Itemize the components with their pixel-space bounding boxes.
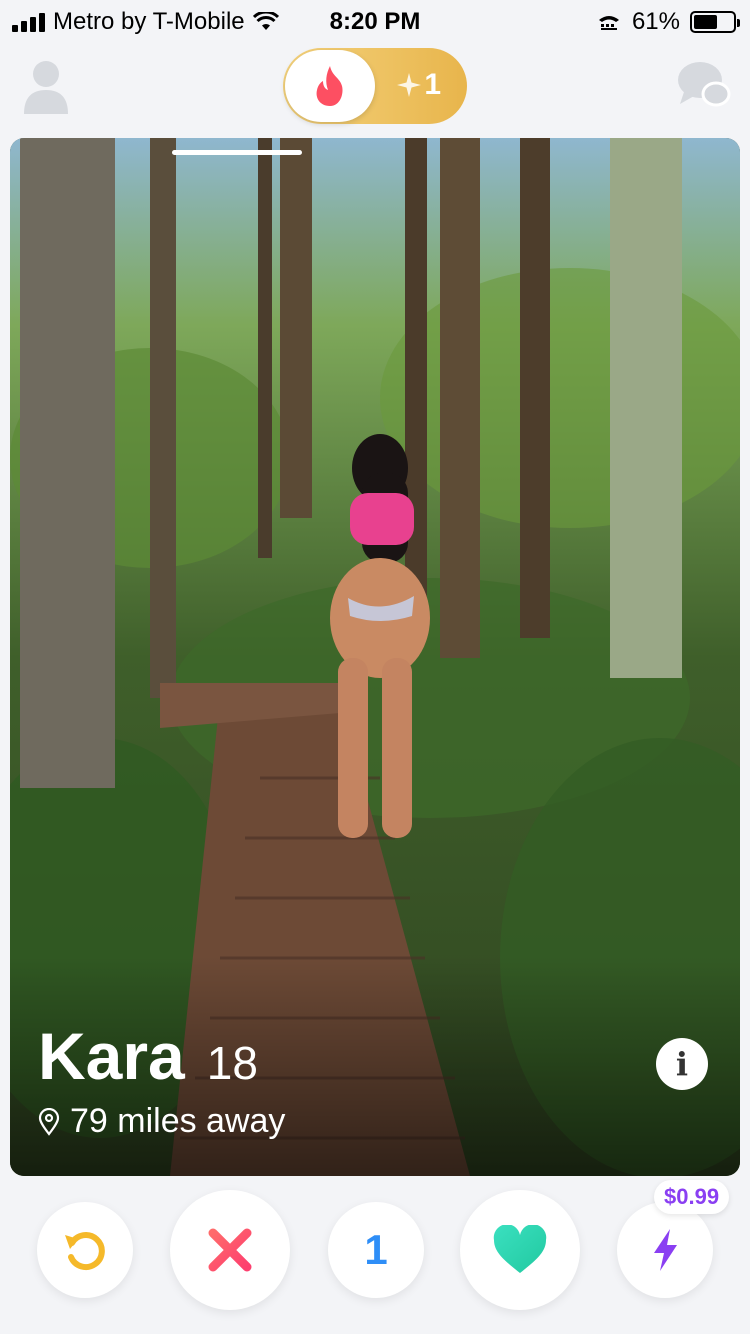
super-like-button[interactable]: 1 xyxy=(328,1202,424,1298)
tty-icon xyxy=(598,16,619,30)
profile-age: 18 xyxy=(206,1037,258,1089)
boost-bolt-icon xyxy=(654,1229,677,1271)
battery-percent: 61% xyxy=(631,8,680,35)
boost-button[interactable] xyxy=(617,1202,713,1298)
photo-pager xyxy=(172,150,302,155)
nope-icon xyxy=(208,1228,252,1272)
profile-distance: 79 miles away xyxy=(38,1102,285,1141)
info-button[interactable]: i xyxy=(656,1038,708,1090)
status-bar: Metro by T-Mobile 8:20 PM 61% xyxy=(0,0,750,42)
sparkle-icon xyxy=(397,73,422,97)
rewind-icon xyxy=(65,1232,105,1270)
profile-card[interactable]: Kara 18 79 miles away i xyxy=(10,138,740,1176)
action-bar: 1 $0.99 xyxy=(0,1180,750,1334)
boost-price-badge: $0.99 xyxy=(654,1180,730,1214)
discovery-toggle[interactable]: 1 xyxy=(283,48,467,124)
battery-icon xyxy=(690,11,740,33)
chat-icon[interactable] xyxy=(676,58,732,114)
rewind-button[interactable] xyxy=(37,1202,133,1298)
info-icon: i xyxy=(675,1045,689,1083)
boost-counter[interactable]: 1 xyxy=(396,68,441,102)
top-bar: 1 xyxy=(0,42,750,132)
profile-name: Kara xyxy=(38,1019,185,1093)
profile-header: Kara 18 xyxy=(38,1018,258,1094)
boost-count: 1 xyxy=(424,68,441,101)
distance-label: 79 miles away xyxy=(70,1102,286,1140)
status-right: 61% xyxy=(596,8,740,36)
flame-tab[interactable] xyxy=(285,50,375,122)
profile-icon[interactable] xyxy=(22,58,70,116)
like-heart-icon xyxy=(493,1225,547,1273)
nope-button[interactable] xyxy=(170,1190,290,1310)
like-button[interactable] xyxy=(460,1190,580,1310)
flame-icon xyxy=(316,66,343,106)
location-pin-icon xyxy=(38,1107,60,1136)
super-like-count: 1 xyxy=(364,1226,388,1273)
